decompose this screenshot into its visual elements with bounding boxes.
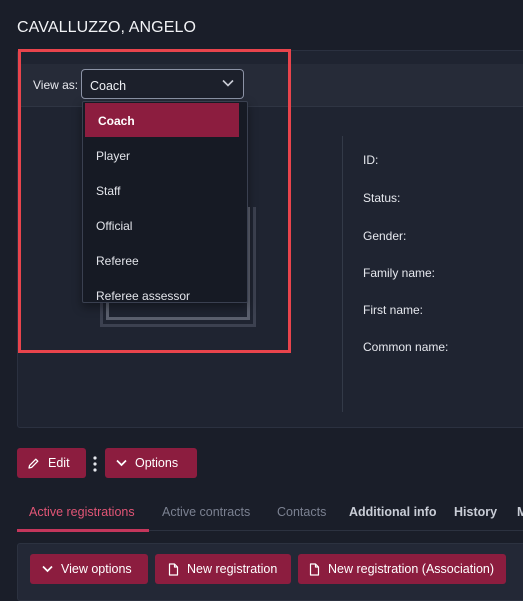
- document-icon: [168, 562, 179, 576]
- dropdown-option-official[interactable]: Official: [83, 208, 247, 242]
- dropdown-option-player[interactable]: Player: [83, 138, 247, 172]
- tab-history[interactable]: History: [454, 505, 497, 519]
- new-registration-label: New registration: [187, 562, 278, 576]
- page-title: CAVALLUZZO, ANGELO: [17, 19, 197, 36]
- new-registration-association-button[interactable]: New registration (Association): [298, 554, 506, 584]
- chevron-down-icon: [42, 565, 53, 573]
- tab-additional-info[interactable]: Additional info: [349, 505, 436, 519]
- options-button-label: Options: [135, 456, 179, 470]
- field-status-label: Status:: [363, 191, 401, 205]
- field-gender-label: Gender:: [363, 229, 407, 243]
- view-as-selected-value: Coach: [90, 79, 127, 93]
- dropdown-option-staff[interactable]: Staff: [83, 173, 247, 207]
- tab-active-indicator: [17, 529, 149, 532]
- tab-active-contracts[interactable]: Active contracts: [162, 505, 250, 519]
- edit-button[interactable]: Edit: [17, 448, 86, 478]
- edit-button-label: Edit: [48, 456, 70, 470]
- options-button[interactable]: Options: [105, 448, 197, 478]
- details-divider: [342, 136, 343, 412]
- view-options-button[interactable]: View options: [30, 554, 148, 584]
- view-as-dropdown: Coach Player Staff Official Referee Refe…: [82, 101, 248, 303]
- view-as-label: View as:: [33, 78, 79, 92]
- chevron-down-icon: [116, 459, 127, 467]
- document-icon: [309, 562, 320, 576]
- tab-active-registrations[interactable]: Active registrations: [29, 505, 135, 519]
- new-registration-button[interactable]: New registration: [155, 554, 291, 584]
- new-registration-association-label: New registration (Association): [328, 562, 495, 576]
- more-vertical-icon[interactable]: [91, 455, 99, 473]
- dropdown-option-referee[interactable]: Referee: [83, 243, 247, 277]
- field-family-name-label: Family name:: [363, 266, 436, 280]
- field-id-label: ID:: [363, 153, 379, 167]
- dropdown-option-coach[interactable]: Coach: [85, 103, 239, 137]
- tab-more[interactable]: M: [517, 505, 523, 519]
- view-as-select[interactable]: Coach: [81, 69, 244, 99]
- pencil-icon: [28, 458, 39, 469]
- view-options-label: View options: [61, 562, 132, 576]
- field-common-name-label: Common name:: [363, 340, 449, 354]
- tab-contacts[interactable]: Contacts: [277, 505, 326, 519]
- dropdown-option-referee-assessor[interactable]: Referee assessor: [83, 278, 247, 302]
- field-first-name-label: First name:: [363, 303, 424, 317]
- chevron-down-icon: [222, 79, 234, 87]
